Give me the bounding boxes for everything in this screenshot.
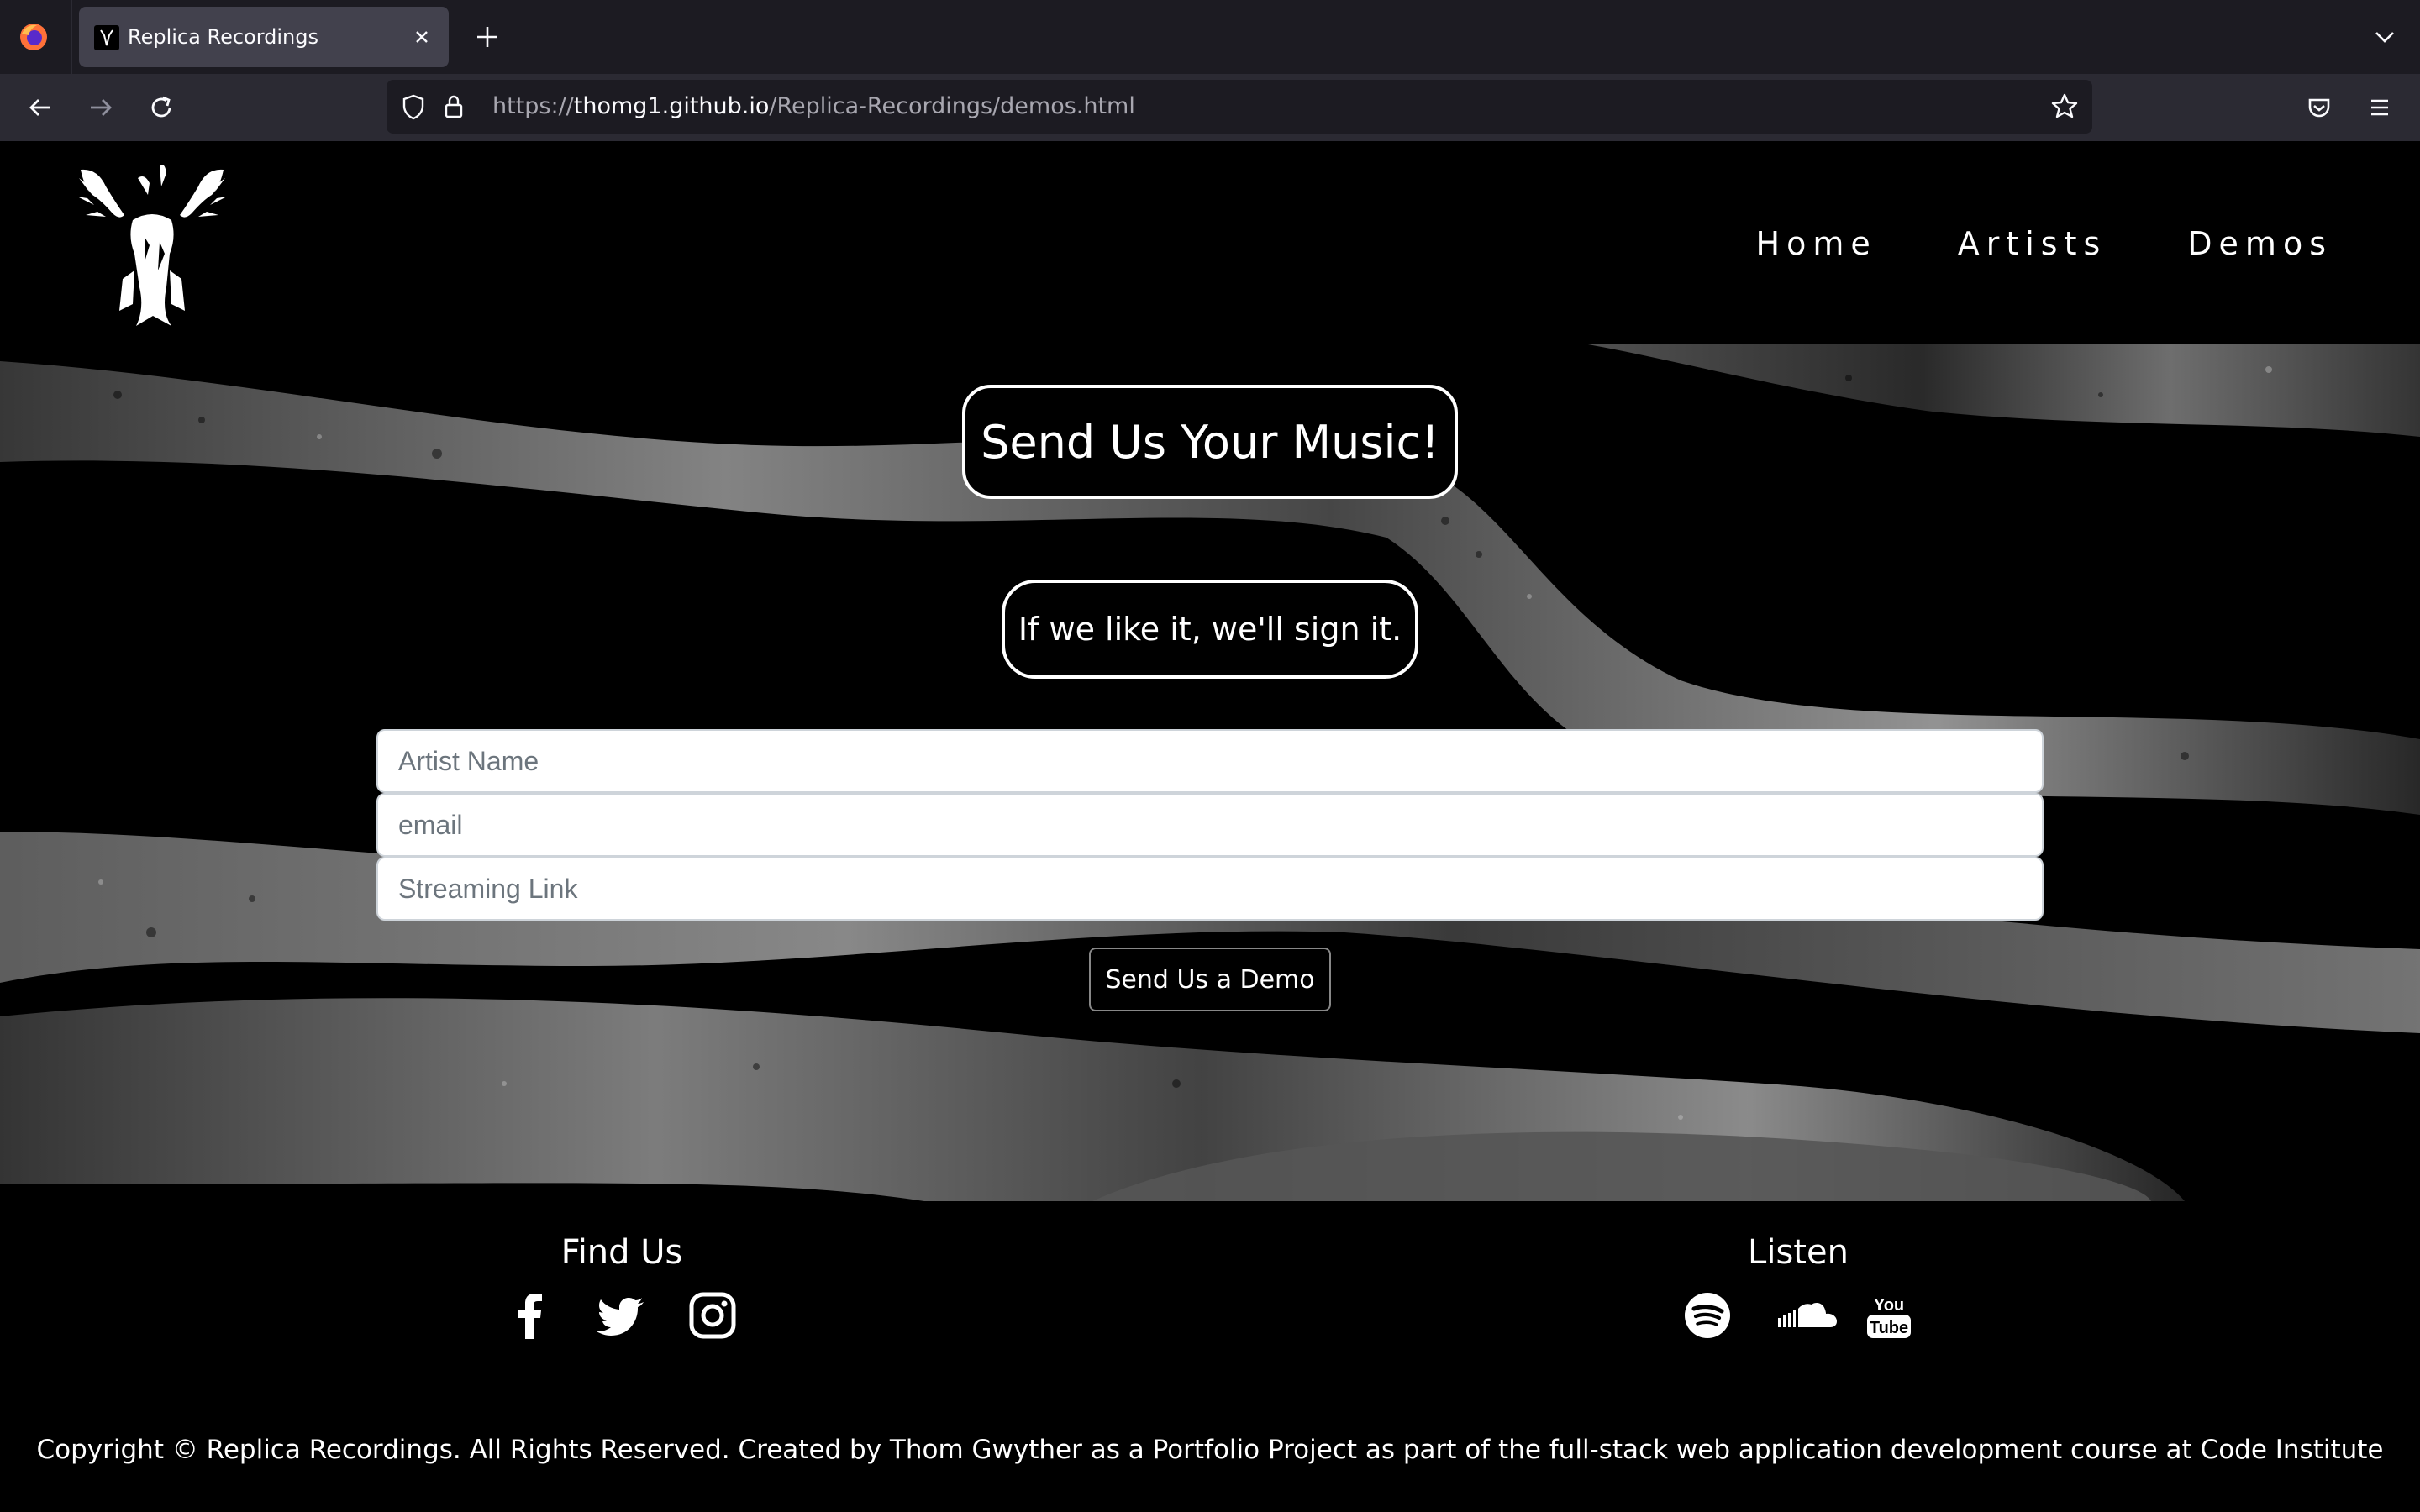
- forward-arrow-icon[interactable]: [84, 91, 118, 124]
- url-path: /Replica-Recordings/demos.html: [769, 93, 1135, 119]
- browser-tab-active[interactable]: Replica Recordings: [79, 7, 449, 67]
- streaming-link-input[interactable]: [376, 857, 2044, 921]
- back-arrow-icon[interactable]: [24, 91, 57, 124]
- send-demo-button[interactable]: Send Us a Demo: [1089, 948, 1331, 1011]
- svg-text:Tube: Tube: [1870, 1319, 1908, 1337]
- page-title: Send Us Your Music!: [981, 415, 1439, 469]
- url-text[interactable]: https://thomg1.github.io/Replica-Recordi…: [492, 80, 1135, 134]
- social-icons: [454, 1290, 790, 1341]
- web-page: Home Artists Demos Send Us Your Music! I…: [0, 141, 2420, 1512]
- music-platform-icons: You Tube: [1630, 1290, 1966, 1341]
- svg-text:You: You: [1874, 1296, 1904, 1315]
- lock-icon[interactable]: [439, 92, 469, 122]
- tab-title: Replica Recordings: [128, 25, 319, 49]
- email-input[interactable]: [376, 793, 2044, 857]
- page-heading-box: Send Us Your Music!: [962, 385, 1458, 499]
- nav-link-demos[interactable]: Demos: [2187, 225, 2333, 262]
- browser-nav-bar: https://thomg1.github.io/Replica-Recordi…: [0, 74, 2420, 141]
- tab-separator: [71, 0, 72, 74]
- url-bar[interactable]: https://thomg1.github.io/Replica-Recordi…: [387, 80, 2092, 134]
- listen-heading: Listen: [1748, 1233, 1849, 1272]
- soundcloud-icon[interactable]: [1773, 1290, 1837, 1341]
- page-subtitle: If we like it, we'll sign it.: [1018, 611, 1402, 648]
- shield-icon[interactable]: [398, 92, 429, 122]
- site-favicon-icon: [94, 25, 119, 50]
- url-scheme: https://: [492, 93, 574, 119]
- footer-find-us: Find Us: [454, 1233, 790, 1341]
- twitter-icon[interactable]: [597, 1290, 647, 1341]
- nav-link-artists[interactable]: Artists: [1958, 225, 2107, 262]
- reload-icon[interactable]: [145, 91, 178, 124]
- find-us-heading: Find Us: [560, 1233, 683, 1272]
- footer-listen: Listen You Tube: [1630, 1233, 1966, 1341]
- replica-recordings-logo[interactable]: [72, 161, 232, 329]
- firefox-icon[interactable]: [18, 22, 49, 52]
- copyright-text: Copyright © Replica Recordings. All Righ…: [36, 1435, 2384, 1465]
- nav-link-home[interactable]: Home: [1756, 225, 1877, 262]
- artist-name-input[interactable]: [376, 729, 2044, 793]
- spotify-icon[interactable]: [1682, 1290, 1733, 1341]
- close-tab-icon[interactable]: [407, 22, 437, 52]
- chevron-down-icon[interactable]: [2370, 22, 2400, 52]
- instagram-icon[interactable]: [687, 1290, 738, 1341]
- site-navigation: Home Artists Demos: [1756, 225, 2333, 262]
- youtube-icon[interactable]: You Tube: [1864, 1290, 1914, 1341]
- new-tab-icon[interactable]: [471, 20, 504, 54]
- pocket-icon[interactable]: [2302, 91, 2336, 124]
- demo-submission-form: [376, 729, 2044, 921]
- browser-tab-bar: Replica Recordings: [0, 0, 2420, 74]
- facebook-icon[interactable]: [506, 1290, 556, 1341]
- subheading-box: If we like it, we'll sign it.: [1002, 580, 1418, 679]
- url-host: thomg1.github.io: [573, 93, 770, 119]
- hamburger-menu-icon[interactable]: [2363, 91, 2396, 124]
- bookmark-star-icon[interactable]: [2049, 91, 2081, 123]
